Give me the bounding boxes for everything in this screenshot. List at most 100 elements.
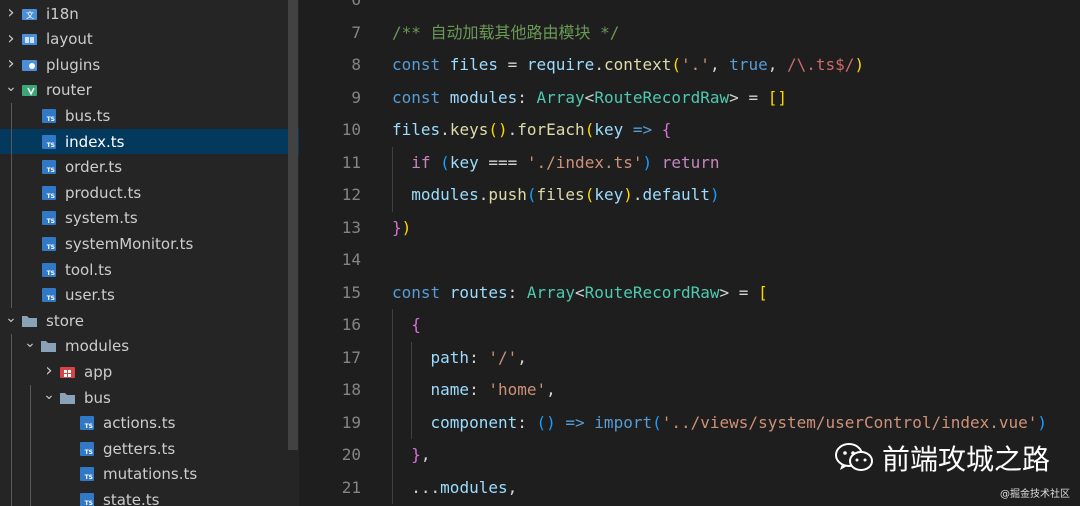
code-text: }) — [392, 212, 411, 244]
code-line: 17 path: '/', — [299, 342, 1080, 374]
code-token: Array — [526, 282, 576, 302]
plugins-folder-icon — [22, 58, 38, 72]
code-token: '/' — [488, 347, 518, 367]
tree-item-bus[interactable]: ⌄ bus — [0, 385, 299, 410]
code-token: : — [517, 412, 537, 432]
typescript-file-icon — [41, 134, 57, 149]
code-token: . — [632, 185, 643, 204]
code-line: 13}) — [299, 212, 1080, 244]
tree-item-label: i18n — [46, 4, 79, 23]
tree-item-modules[interactable]: ⌄ modules — [0, 334, 299, 359]
code-token: ) — [1037, 412, 1048, 432]
wechat-icon — [835, 443, 873, 471]
tree-item-tool-ts[interactable]: tool.ts — [0, 257, 299, 282]
indent-guide — [392, 146, 393, 212]
code-token: RouteRecordRaw — [584, 282, 720, 302]
chevron-right-icon: › — [7, 2, 15, 23]
line-number: 18 — [341, 380, 361, 399]
tree-item-order-ts[interactable]: order.ts — [0, 155, 299, 180]
code-line: 18 name: 'home', — [299, 374, 1080, 406]
code-token: keys — [449, 120, 489, 139]
tree-item-getters-ts[interactable]: getters.ts — [0, 436, 299, 461]
typescript-file-icon — [79, 441, 95, 456]
tree-item-store[interactable]: ⌄ store — [0, 308, 299, 333]
code-token: , — [767, 55, 787, 74]
explorer-scrollbar[interactable] — [288, 0, 298, 450]
tree-item-label: plugins — [46, 55, 101, 74]
tree-item-label: getters.ts — [103, 439, 176, 458]
code-line: 10 files.keys().forEach(key => { — [299, 114, 1080, 146]
line-number: 10 — [341, 120, 361, 139]
chevron-down-icon: ⌄ — [5, 79, 17, 96]
tree-item-index-ts[interactable]: index.ts — [0, 129, 299, 154]
code-token: RouteRecordRaw — [594, 87, 730, 107]
indent-guide — [30, 385, 31, 506]
line-number: 17 — [341, 347, 361, 367]
tree-item-mutations-ts[interactable]: mutations.ts — [0, 462, 299, 487]
code-token: > = — [719, 282, 759, 302]
tree-item-bus-ts[interactable]: bus.ts — [0, 103, 299, 128]
code-token: context — [603, 55, 672, 74]
code-token: '.' — [681, 55, 710, 74]
typescript-file-icon — [79, 492, 95, 506]
indent-guide — [411, 341, 413, 439]
code-text: ...modules, — [392, 472, 517, 504]
code-token: : — [469, 380, 489, 399]
code-text: }, — [392, 439, 431, 471]
code-token: modules — [440, 477, 508, 497]
tree-item-i18n[interactable]: › 文 i18n — [0, 1, 299, 26]
typescript-file-icon — [41, 108, 57, 123]
code-text: component: () => import('../views/system… — [392, 407, 1048, 439]
code-token: ( — [440, 152, 450, 172]
code-token: name — [430, 380, 470, 399]
code-editor[interactable]: 6 7 /** 自动加载其他路由模块 */ 8 const files = requir… — [299, 0, 1080, 506]
line-number: 16 — [341, 315, 361, 334]
tree-item-product-ts[interactable]: product.ts — [0, 180, 299, 205]
code-token: } — [411, 445, 421, 464]
code-token: path — [430, 347, 470, 367]
folder-icon — [60, 391, 76, 405]
tree-item-router[interactable]: ⌄ router — [0, 78, 299, 103]
tree-item-label: app — [84, 362, 113, 381]
chevron-right-icon: › — [45, 360, 53, 382]
code-token: : — [469, 347, 489, 367]
code-token: ( — [652, 412, 662, 432]
code-token: ) — [623, 185, 633, 204]
code-token: . — [478, 185, 489, 204]
code-token: ( — [526, 185, 537, 204]
code-text: name: 'home', — [392, 374, 556, 406]
code-token: , — [420, 445, 431, 464]
code-token: . — [440, 120, 450, 139]
tree-item-label: user.ts — [65, 286, 115, 305]
tree-item-layout[interactable]: › layout — [0, 27, 299, 52]
tree-item-systemmonitor-ts[interactable]: systemMonitor.ts — [0, 231, 299, 256]
tree-item-plugins[interactable]: › plugins — [0, 52, 299, 77]
code-token: const — [392, 87, 450, 107]
code-line: 19 component: () => import('../views/sys… — [299, 407, 1080, 439]
code-text: { — [392, 309, 421, 341]
line-number: 8 — [351, 55, 361, 74]
code-token: [ — [758, 282, 768, 302]
code-token: => — [623, 120, 662, 139]
code-token: > = — [729, 87, 768, 107]
code-token: files — [449, 55, 498, 74]
tree-item-state-ts[interactable]: state.ts — [0, 487, 299, 506]
tree-item-app[interactable]: › app — [0, 359, 299, 384]
code-token: /\.ts$/ — [787, 55, 855, 74]
code-token: { — [411, 315, 421, 334]
watermark-text: 前端攻城之路 — [882, 443, 1051, 476]
code-text: files.keys().forEach(key => { — [392, 114, 671, 146]
code-token: 'home' — [488, 380, 547, 399]
code-token: '../views/system/userControl/index.vue' — [661, 412, 1038, 432]
chevron-right-icon: › — [7, 27, 15, 49]
code-text: const modules: Array<RouteRecordRaw> = [… — [392, 82, 787, 114]
line-number: 9 — [351, 87, 361, 107]
tree-item-actions-ts[interactable]: actions.ts — [0, 411, 299, 436]
tree-item-user-ts[interactable]: user.ts — [0, 283, 299, 308]
code-text: /** 自动加载其他路由模块 */ — [392, 17, 619, 49]
tree-item-label: modules — [65, 337, 130, 356]
code-token: const — [392, 282, 450, 302]
tree-item-system-ts[interactable]: system.ts — [0, 206, 299, 231]
